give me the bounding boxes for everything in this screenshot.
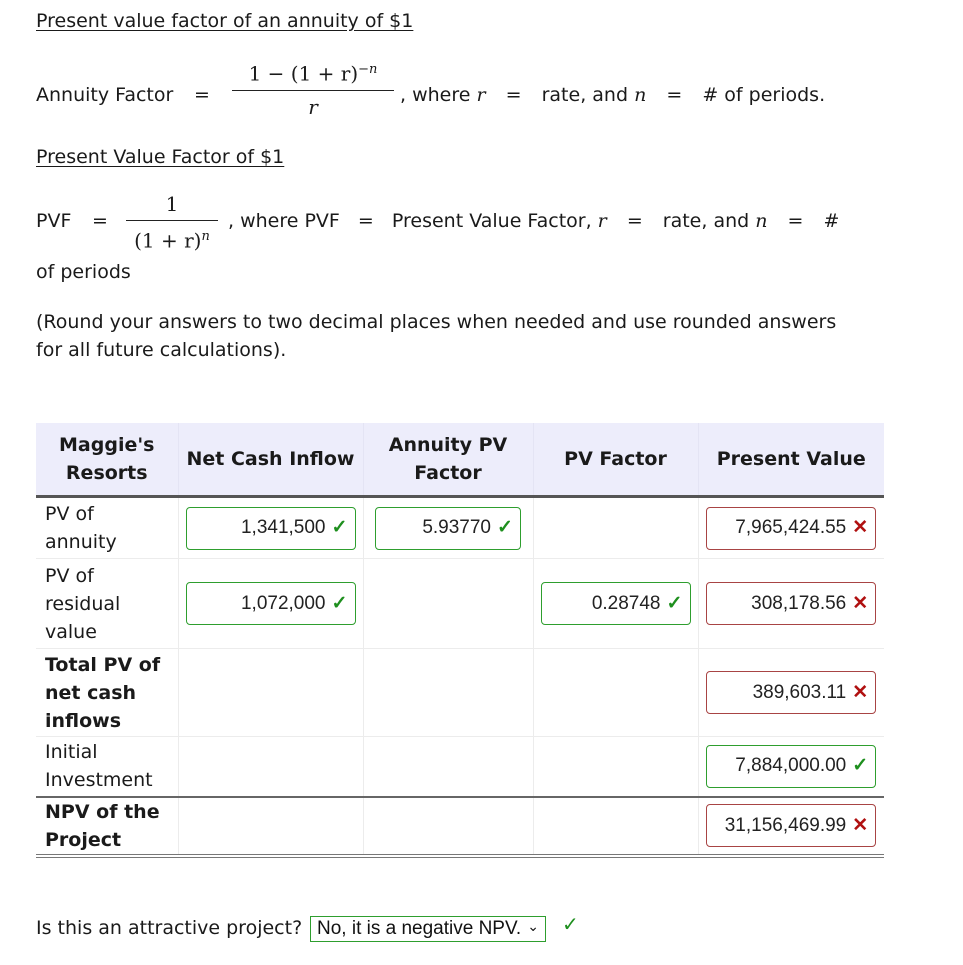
pvf-continuation: of periods [36, 261, 131, 283]
present-value-input[interactable]: 7,884,000.00 ✓ [706, 744, 877, 788]
table-row: PV of annuity 1,341,500 ✓ 5.93770 ✓ 7,965,4… [36, 496, 884, 559]
header-maggies-resorts: Maggie's Resorts [36, 423, 178, 497]
empty-cell [532, 795, 698, 858]
table-header-row: Maggie's Resorts Net Cash Inflow Annuity … [36, 423, 884, 497]
present-value-input[interactable]: 7,965,424.55 ✕ [706, 506, 877, 550]
empty-cell [362, 795, 533, 858]
header-annuity-pv-factor: Annuity PV Factor [362, 423, 533, 497]
annuity-denominator: r [308, 94, 318, 119]
row-label: PV of residual value [36, 558, 178, 649]
attractive-project-select[interactable]: No, it is a negative NPV. ⌄ [310, 916, 546, 942]
cross-icon: ✕ [852, 592, 869, 614]
npv-table: Maggie's Resorts Net Cash Inflow Annuity … [36, 423, 884, 858]
check-icon: ✓ [331, 517, 348, 538]
header-present-value: Present Value [697, 423, 884, 497]
annuity-pv-factor-input[interactable]: 5.93770 ✓ [375, 506, 521, 550]
check-icon: ✓ [562, 912, 579, 936]
check-icon: ✓ [666, 592, 683, 614]
cross-icon: ✕ [852, 681, 869, 703]
present-value-input[interactable]: 308,178.56 ✕ [706, 582, 877, 625]
annuity-fraction: 1 − (1 + r)−n r [232, 58, 394, 119]
check-icon: ✓ [331, 592, 348, 614]
row-label: NPV of the Project [36, 795, 178, 858]
empty-cell [532, 496, 698, 559]
empty-cell [532, 648, 698, 737]
pv-factor-input[interactable]: 0.28748 ✓ [540, 582, 691, 625]
instructions-line2: for all future calculations). [36, 339, 287, 361]
row-label: PV of annuity [36, 496, 178, 559]
pvf-fraction: 1 (1 + r)n [126, 192, 218, 253]
header-pv-factor: PV Factor [532, 423, 698, 497]
equals-sign: = [92, 210, 108, 232]
question-prompt: Is this an attractive project? [36, 917, 303, 939]
empty-cell [362, 558, 533, 649]
present-value-input[interactable]: 389,603.11 ✕ [706, 671, 877, 714]
table-row: NPV of the Project 31,156,469.99 ✕ [36, 795, 884, 858]
annuity-factor-label: Annuity Factor [36, 84, 174, 106]
empty-cell [362, 736, 533, 797]
check-icon: ✓ [497, 517, 513, 538]
row-label: Initial Investment [36, 736, 178, 797]
header-net-cash-inflow: Net Cash Inflow [177, 423, 363, 497]
table-row: Initial Investment 7,884,000.00 ✓ [36, 736, 884, 797]
empty-cell [177, 795, 363, 858]
pvf-label: PVF [36, 210, 72, 232]
select-value: No, it is a negative NPV. [317, 918, 522, 939]
check-icon: ✓ [852, 755, 869, 777]
net-cash-inflow-input[interactable]: 1,072,000 ✓ [185, 582, 356, 625]
equals-sign: = [194, 84, 210, 106]
empty-cell [532, 736, 698, 797]
empty-cell [177, 648, 363, 737]
pvf-where-clause: , where PVF = Present Value Factor, r = … [228, 210, 840, 232]
empty-cell [362, 648, 533, 737]
annuity-numerator: 1 − (1 + r)−n [248, 61, 378, 86]
cross-icon: ✕ [852, 517, 869, 538]
pvf-numerator: 1 [165, 192, 179, 216]
annuity-heading: Present value factor of an annuity of $1 [36, 10, 414, 32]
present-value-input[interactable]: 31,156,469.99 ✕ [706, 804, 877, 847]
cross-icon: ✕ [852, 814, 869, 836]
instructions-line1: (Round your answers to two decimal place… [36, 311, 837, 333]
annuity-where-clause: , where r = rate, and n = # of periods. [400, 84, 826, 106]
chevron-down-icon: ⌄ [527, 918, 539, 934]
table-row: PV of residual value 1,072,000 ✓ 0.28748 ✓ 3… [36, 558, 884, 649]
net-cash-inflow-input[interactable]: 1,341,500 ✓ [185, 506, 356, 550]
pvf-heading: Present Value Factor of $1 [36, 146, 285, 168]
table-row: Total PV of net cash inflows 389,603.11 ✕ [36, 648, 884, 737]
empty-cell [177, 736, 363, 797]
pvf-denominator: (1 + r)n [134, 228, 210, 253]
row-label: Total PV of net cash inflows [36, 648, 178, 737]
